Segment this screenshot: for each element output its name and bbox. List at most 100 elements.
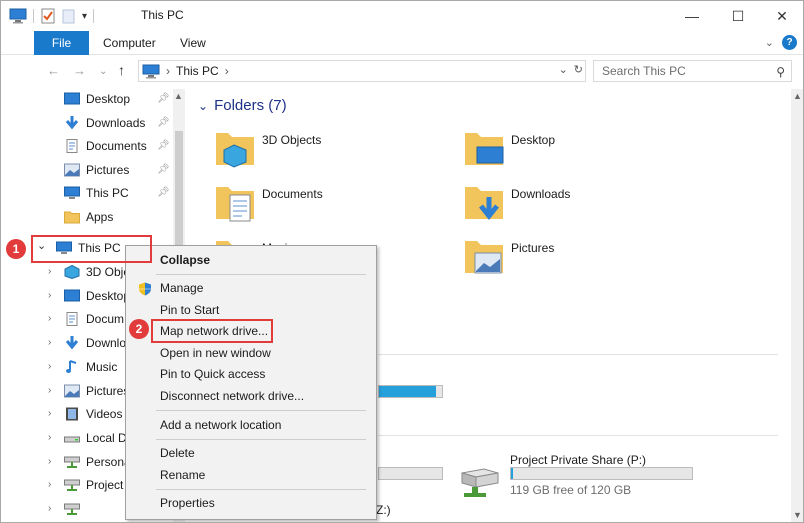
up-arrow-icon[interactable]: ↑: [118, 62, 125, 78]
scroll-up-arrow-icon[interactable]: ▲: [174, 91, 183, 101]
search-input[interactable]: Search This PC ⚲: [593, 60, 792, 82]
recent-locations-chevron-icon[interactable]: ⌄: [99, 66, 107, 77]
scroll-up-arrow-icon[interactable]: ▲: [793, 91, 802, 101]
folder-tile-pictures[interactable]: Pictures: [463, 235, 713, 285]
forward-arrow-icon[interactable]: →: [73, 63, 86, 78]
nav-item-this-pc-quick[interactable]: This PC: [64, 183, 129, 203]
close-button[interactable]: ✕: [759, 3, 803, 29]
nav-item-downloads-2[interactable]: Downlo: [64, 333, 126, 353]
menu-item-rename[interactable]: Rename: [127, 465, 375, 486]
customize-toolbar-chevron-icon[interactable]: ▾: [82, 11, 87, 22]
collapsed-chevron-icon[interactable]: ›: [48, 266, 51, 277]
quick-access-toolbar: ▾: [9, 7, 95, 25]
breadcrumb-separator-icon[interactable]: ›: [225, 64, 229, 78]
collapsed-chevron-icon[interactable]: ›: [48, 408, 51, 419]
3d-objects-icon: [64, 265, 80, 279]
address-history-chevron-icon[interactable]: ⌄: [559, 63, 568, 76]
folder-tile-3d-objects[interactable]: 3D Objects: [214, 127, 464, 177]
address-bar[interactable]: › This PC › ⌄ ↻: [138, 60, 586, 82]
scroll-down-arrow-icon[interactable]: ▼: [793, 510, 802, 520]
collapsed-chevron-icon[interactable]: ›: [48, 456, 51, 467]
folder-tile-documents[interactable]: Documents: [214, 181, 464, 231]
pin-icon[interactable]: 📌︎: [157, 164, 170, 175]
nav-item-label: Persona: [86, 455, 131, 469]
nav-item-label: Music: [86, 360, 118, 374]
nav-item-network-drive[interactable]: [64, 499, 86, 519]
network-drive-icon: [461, 468, 499, 497]
documents-icon: [66, 139, 78, 153]
collapsed-chevron-icon[interactable]: ›: [48, 479, 51, 490]
nav-item-desktop-2[interactable]: Desktop: [64, 286, 130, 306]
folder-icon: [64, 211, 80, 224]
folder-tile-downloads[interactable]: Downloads: [463, 181, 713, 231]
navigation-bar: ← → ⌄ ↑ › This PC › ⌄ ↻ Search This PC ⚲: [1, 57, 803, 87]
menu-item-disconnect-network-drive[interactable]: Disconnect network drive...: [127, 386, 375, 407]
pin-icon[interactable]: 📌︎: [157, 117, 170, 128]
tab-computer[interactable]: Computer: [103, 31, 156, 55]
expand-ribbon-chevron-icon[interactable]: ⌄: [765, 36, 774, 49]
nav-item-videos[interactable]: Videos: [64, 404, 122, 424]
desktop-icon: [64, 289, 80, 302]
documents-folder-icon: [216, 187, 254, 222]
nav-item-project-share[interactable]: Project: [64, 475, 123, 495]
maximize-button[interactable]: ☐: [715, 3, 761, 29]
breadcrumb-this-pc[interactable]: This PC: [176, 64, 219, 78]
nav-item-label: Downloads: [86, 116, 146, 130]
nav-item-documents[interactable]: Documents: [64, 136, 147, 156]
content-scrollbar[interactable]: ▲ ▼: [791, 89, 803, 522]
nav-item-label: This PC: [86, 186, 129, 200]
computer-icon: [142, 64, 160, 78]
tab-file[interactable]: File: [34, 31, 89, 55]
folder-tile-desktop[interactable]: Desktop: [463, 127, 713, 177]
menu-item-manage[interactable]: Manage: [127, 278, 375, 299]
collapsed-chevron-icon[interactable]: ›: [48, 432, 51, 443]
drive-usage-fill: [511, 468, 513, 479]
network-drive-icon: [64, 456, 80, 468]
nav-item-label: Downlo: [86, 336, 127, 350]
collapsed-chevron-icon[interactable]: ›: [48, 337, 51, 348]
new-folder-icon[interactable]: [62, 8, 76, 24]
pictures-icon: [64, 384, 80, 398]
nav-item-apps[interactable]: Apps: [64, 207, 113, 227]
menu-item-properties[interactable]: Properties: [127, 493, 375, 514]
nav-item-desktop[interactable]: Desktop: [64, 89, 130, 109]
collapsed-chevron-icon[interactable]: ›: [48, 361, 51, 372]
nav-item-pictures[interactable]: Pictures: [64, 160, 129, 180]
nav-item-personal-share[interactable]: Persona: [64, 452, 131, 472]
collapsed-chevron-icon[interactable]: ›: [48, 385, 51, 396]
drive-label: Project Private Share (P:): [510, 453, 647, 467]
search-icon[interactable]: ⚲: [776, 62, 785, 82]
pin-icon[interactable]: 📌︎: [157, 140, 170, 151]
nav-item-3d-objects[interactable]: 3D Obje: [64, 262, 130, 282]
menu-item-pin-to-quick-access[interactable]: Pin to Quick access: [127, 364, 375, 385]
back-arrow-icon[interactable]: ←: [47, 63, 60, 78]
minimize-button[interactable]: —: [669, 3, 715, 29]
menu-item-collapse[interactable]: Collapse: [127, 250, 375, 271]
pin-icon[interactable]: 📌︎: [157, 93, 170, 104]
context-menu: Collapse Manage Pin to Start Map network…: [125, 245, 377, 520]
nav-item-music[interactable]: Music: [64, 357, 117, 377]
refresh-icon[interactable]: ↻: [574, 63, 583, 76]
nav-item-documents-2[interactable]: Docum: [64, 309, 124, 329]
help-icon[interactable]: ?: [782, 35, 797, 50]
menu-item-add-network-location[interactable]: Add a network location: [127, 415, 375, 436]
computer-icon: [64, 186, 80, 199]
nav-item-pictures-2[interactable]: Pictures: [64, 381, 129, 401]
breadcrumb-separator-icon[interactable]: ›: [166, 64, 170, 78]
properties-icon[interactable]: [40, 8, 56, 24]
collapsed-chevron-icon[interactable]: ›: [48, 290, 51, 301]
desktop-folder-icon: [465, 133, 504, 165]
music-icon: [66, 360, 77, 373]
nav-item-local-disk[interactable]: Local D: [64, 428, 127, 448]
tab-view[interactable]: View: [180, 31, 206, 55]
pin-icon[interactable]: 📌︎: [157, 187, 170, 198]
menu-item-delete[interactable]: Delete: [127, 443, 375, 464]
group-collapse-chevron-icon[interactable]: ⌄: [198, 99, 208, 113]
nav-item-downloads[interactable]: Downloads: [64, 113, 145, 133]
folders-group-header[interactable]: ⌄ Folders (7): [198, 97, 287, 114]
nav-item-label: Pictures: [86, 163, 130, 177]
collapsed-chevron-icon[interactable]: ›: [48, 503, 51, 514]
menu-item-pin-to-start[interactable]: Pin to Start: [127, 300, 375, 321]
collapsed-chevron-icon[interactable]: ›: [48, 313, 51, 324]
menu-item-open-in-new-window[interactable]: Open in new window: [127, 343, 375, 364]
